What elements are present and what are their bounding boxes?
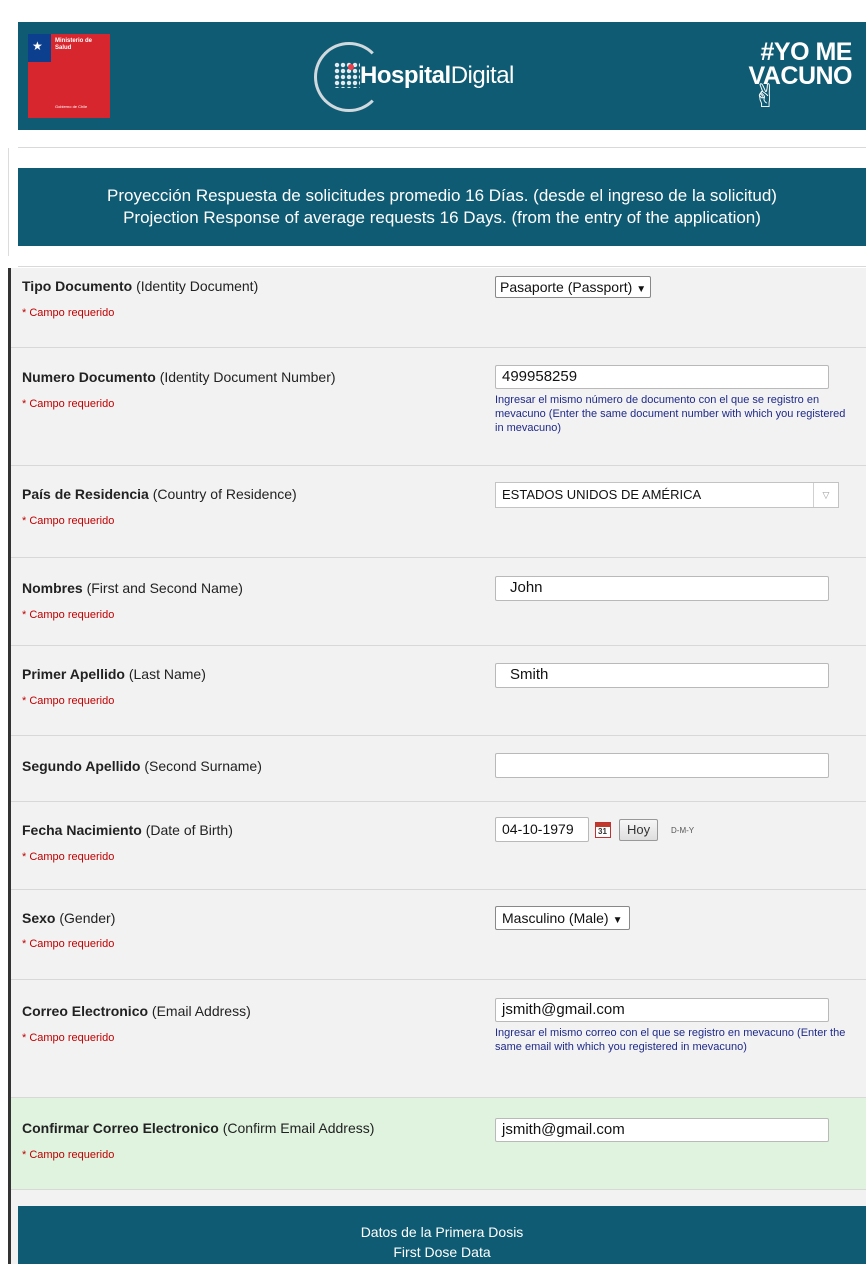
field-label: Nombres (First and Second Name) [22,580,243,596]
yo-me-vacuno-logo: #YO ME VACUNO ✌ [744,40,856,126]
confirm-email-input[interactable]: jsmith@gmail.com [495,1118,829,1142]
logo-text-bold: Hospital [360,62,451,89]
ministerio-label: Ministerio de Salud [55,38,93,51]
form-row-primer-apellido: Primer Apellido (Last Name) * Campo requ… [11,646,866,736]
peace-hand-icon: ✌ [752,78,779,114]
required-indicator: * Campo requerido [22,938,115,950]
calendar-icon[interactable]: 31 [595,822,611,838]
email-input[interactable]: jsmith@gmail.com [495,998,829,1022]
ministerio-salud-logo: ★ Ministerio de Salud Gobierno de Chile [28,34,110,118]
divider [18,147,866,148]
banner-line2: Projection Response of average requests … [123,208,761,227]
section-title-es: Datos de la Primera Dosis [360,1224,524,1240]
gender-select[interactable]: Masculino (Male) ▼ [495,906,630,930]
required-indicator: * Campo requerido [22,1032,115,1044]
form-row-correo: Correo Electronico (Email Address) * Cam… [11,980,866,1098]
field-label: Primer Apellido (Last Name) [22,666,206,682]
date-format-hint: D-M-Y [671,826,695,835]
second-surname-input[interactable] [495,753,829,778]
gobierno-label: Gobierno de Chile [55,104,88,109]
logo-text-light: Digital [450,62,515,89]
required-indicator: * Campo requerido [22,1149,115,1161]
required-indicator: * Campo requerido [22,515,115,527]
country-value: ESTADOS UNIDOS DE AMÉRICA [502,487,702,502]
dropdown-arrow-icon[interactable]: ▽ [813,483,838,507]
field-label: Segundo Apellido (Second Surname) [22,758,262,774]
divider [18,266,866,267]
chevron-down-icon: ▼ [636,284,647,295]
first-name-input[interactable]: John [495,576,829,601]
required-indicator: * Campo requerido [22,609,115,621]
section-title-en: First Dose Data [393,1244,491,1260]
first-dose-section-header: Datos de la Primera Dosis First Dose Dat… [18,1206,866,1264]
field-label: Numero Documento (Identity Document Numb… [22,369,336,385]
today-button[interactable]: Hoy [619,819,659,841]
response-time-banner: Proyección Respuesta de solicitudes prom… [18,168,866,246]
form-row-pais-residencia: País de Residencia (Country of Residence… [11,466,866,558]
form-row-fecha-nacimiento: Fecha Nacimiento (Date of Birth) * Campo… [11,802,866,890]
form-row-numero-documento: Numero Documento (Identity Document Numb… [11,348,866,466]
field-label: Confirmar Correo Electronico (Confirm Em… [22,1120,375,1136]
required-indicator: * Campo requerido [22,307,115,319]
birth-date-input[interactable]: 04-10-1979 [495,817,589,842]
country-combobox[interactable]: ESTADOS UNIDOS DE AMÉRICA ▽ [495,482,839,508]
field-label: País de Residencia (Country of Residence… [22,486,297,502]
star-icon: ★ [32,39,43,53]
document-type-select[interactable]: Pasaporte (Passport) ▼ [495,276,652,298]
hospital-digital-logo: HospitalDigital [314,38,554,118]
banner-line1: Proyección Respuesta de solicitudes prom… [107,186,777,205]
form-row-confirmar-correo: Confirmar Correo Electronico (Confirm Em… [11,1098,866,1190]
divider [8,148,9,256]
field-label: Fecha Nacimiento (Date of Birth) [22,822,233,838]
form-row-segundo-apellido: Segundo Apellido (Second Surname) [11,736,866,802]
form-row-nombres: Nombres (First and Second Name) * Campo … [11,558,866,646]
email-hint: Ingresar el mismo correo con el que se r… [495,1027,846,1053]
form-row-sexo: Sexo (Gender) * Campo requerido Masculin… [11,890,866,980]
form-row-tipo-documento: Tipo Documento (Identity Document) * Cam… [11,268,866,348]
required-indicator: * Campo requerido [22,695,115,707]
document-number-hint: Ingresar el mismo número de documento co… [495,394,846,434]
site-header: ★ Ministerio de Salud Gobierno de Chile … [18,22,866,130]
field-label: Tipo Documento (Identity Document) [22,278,259,294]
required-indicator: * Campo requerido [22,851,115,863]
required-indicator: * Campo requerido [22,398,115,410]
chevron-down-icon: ▼ [612,915,623,926]
registration-form: Tipo Documento (Identity Document) * Cam… [8,268,866,1264]
last-name-input[interactable]: Smith [495,663,829,688]
field-label: Sexo (Gender) [22,910,116,926]
field-label: Correo Electronico (Email Address) [22,1003,251,1019]
document-number-input[interactable]: 499958259 [495,365,829,389]
